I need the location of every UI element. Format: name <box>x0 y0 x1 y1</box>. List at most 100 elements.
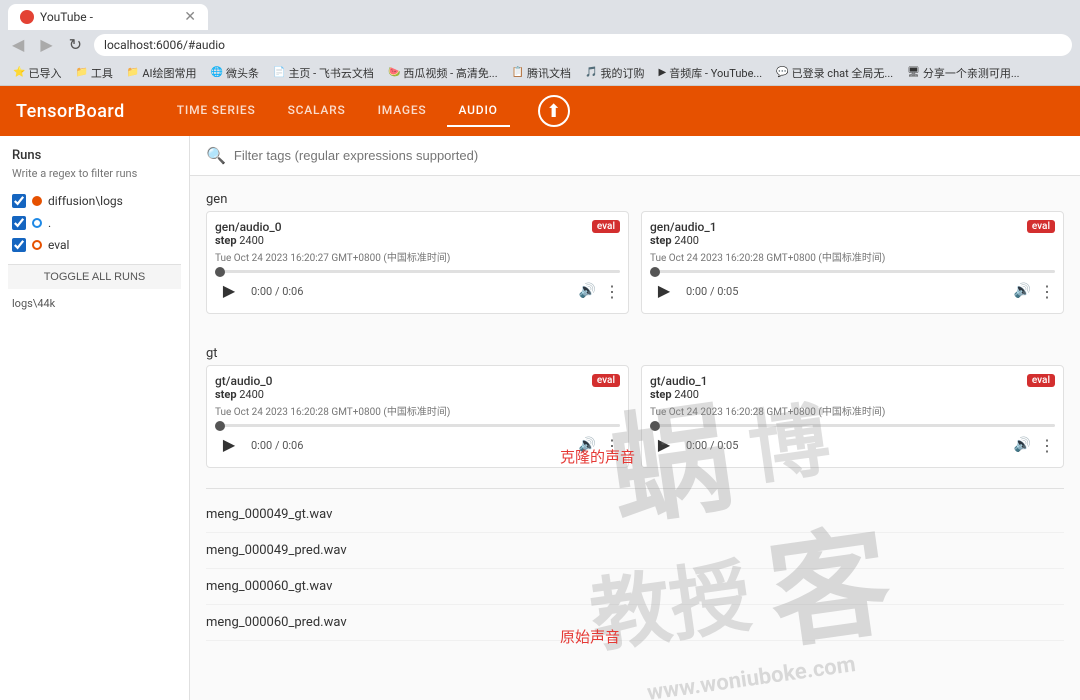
audio-card-title: gen/audio_0 <box>215 220 592 234</box>
volume-icon[interactable]: 🔊 <box>1014 283 1031 299</box>
audio-progress-thumb <box>215 267 225 277</box>
audio-controls: ▶ 0:00 / 0:06 🔊 ⋮ <box>215 277 620 305</box>
audio-card: gt/audio_0 step 2400 Tue Oct 24 2023 16:… <box>206 365 629 468</box>
more-options-icon[interactable]: ⋮ <box>604 436 620 455</box>
more-options-icon[interactable]: ⋮ <box>1039 436 1055 455</box>
search-input[interactable] <box>234 148 1064 163</box>
toggle-all-runs-button[interactable]: TOGGLE ALL RUNS <box>8 264 181 289</box>
bookmark-item[interactable]: 📁AI绘图常用 <box>122 63 202 83</box>
audio-grid: gt/audio_0 step 2400 Tue Oct 24 2023 16:… <box>206 365 1064 468</box>
bookmark-item[interactable]: 🍉西瓜视频 - 高清免... <box>383 63 503 83</box>
run-label: diffusion\logs <box>48 194 123 208</box>
bookmark-item[interactable]: 🖥分享一个亲测可用... <box>902 63 1024 83</box>
file-list-item[interactable]: meng_000049_pred.wav <box>206 533 1064 569</box>
browser-toolbar: ◀ ▶ ↻ localhost:6006/#audio <box>0 30 1080 60</box>
audio-card-title: gen/audio_1 <box>650 220 1027 234</box>
more-options-icon[interactable]: ⋮ <box>1039 282 1055 301</box>
audio-card: gt/audio_1 step 2400 Tue Oct 24 2023 16:… <box>641 365 1064 468</box>
sidebar-runs-title: Runs <box>8 148 181 163</box>
bookmarks-bar: ⭐已导入📁工具📁AI绘图常用🌐微头条📄主页 - 飞书云文档🍉西瓜视频 - 高清免… <box>0 60 1080 86</box>
bookmark-item[interactable]: ⭐已导入 <box>8 63 66 83</box>
audio-time-label: 0:00 / 0:06 <box>251 439 303 452</box>
file-list-item[interactable]: meng_000060_pred.wav <box>206 605 1064 641</box>
nav-tabs: TIME SERIESSCALARSIMAGESAUDIO <box>165 95 510 127</box>
nav-tab-audio[interactable]: AUDIO <box>447 95 510 127</box>
bookmark-icon: 📁 <box>127 67 139 78</box>
audio-progress-bar-container[interactable] <box>215 424 620 427</box>
audio-card-title: gt/audio_1 <box>650 374 1027 388</box>
run-checkbox[interactable] <box>12 216 26 230</box>
active-tab[interactable]: YouTube - ✕ <box>8 4 208 30</box>
section-divider <box>206 488 1064 489</box>
logs-label: logs\44k <box>8 289 181 312</box>
audio-card: gen/audio_1 step 2400 Tue Oct 24 2023 16… <box>641 211 1064 314</box>
back-button[interactable]: ◀ <box>8 33 28 57</box>
play-button[interactable]: ▶ <box>215 277 243 305</box>
audio-time-label: 0:00 / 0:06 <box>251 285 303 298</box>
audio-step: step 2400 <box>650 234 1027 247</box>
audio-progress-bar-container[interactable] <box>650 424 1055 427</box>
tab-close-button[interactable]: ✕ <box>184 9 196 25</box>
play-button[interactable]: ▶ <box>650 277 678 305</box>
tab-favicon <box>20 10 34 24</box>
bookmark-item[interactable]: 📋腾讯文档 <box>507 63 576 83</box>
audio-step: step 2400 <box>650 388 1027 401</box>
audio-time-label: 0:00 / 0:05 <box>686 285 738 298</box>
audio-progress-bar-container[interactable] <box>650 270 1055 273</box>
bookmark-item[interactable]: 🎵我的订购 <box>580 63 649 83</box>
run-checkbox[interactable] <box>12 194 26 208</box>
volume-icon[interactable]: 🔊 <box>1014 437 1031 453</box>
url-bar[interactable]: localhost:6006/#audio <box>94 34 1072 56</box>
bookmark-item[interactable]: 🌐微头条 <box>206 63 264 83</box>
audio-section-gen: gen gen/audio_0 step 2400 Tue Oct 24 202… <box>190 176 1080 330</box>
bookmark-item[interactable]: ▶音频库 - YouTube... <box>654 63 768 83</box>
tensorboard-app: TensorBoard TIME SERIESSCALARSIMAGESAUDI… <box>0 86 1080 700</box>
audio-card-info: gt/audio_1 step 2400 Tue Oct 24 2023 16:… <box>650 374 1027 418</box>
upload-button[interactable]: ⬆ <box>538 95 570 127</box>
bookmark-icon: ▶ <box>659 67 667 78</box>
volume-icon[interactable]: 🔊 <box>579 283 596 299</box>
reload-button[interactable]: ↻ <box>65 33 86 57</box>
play-button[interactable]: ▶ <box>650 431 678 459</box>
run-items-container: diffusion\logs. eval <box>8 190 181 256</box>
bookmark-item[interactable]: 📄主页 - 飞书云文档 <box>268 63 379 83</box>
audio-controls: ▶ 0:00 / 0:05 🔊 ⋮ <box>650 277 1055 305</box>
bookmark-item[interactable]: 📁工具 <box>70 63 117 83</box>
audio-progress-track <box>650 270 1055 273</box>
audio-time: Tue Oct 24 2023 16:20:28 GMT+0800 (中国标准时… <box>650 403 1027 418</box>
nav-tab-scalars[interactable]: SCALARS <box>276 95 358 127</box>
forward-button[interactable]: ▶ <box>36 33 56 57</box>
run-item[interactable]: . <box>8 212 181 234</box>
eval-badge: eval <box>592 374 620 387</box>
run-item[interactable]: eval <box>8 234 181 256</box>
bookmark-icon: 📋 <box>512 67 524 78</box>
audio-progress-bar-container[interactable] <box>215 270 620 273</box>
bookmark-icon: 🌐 <box>211 67 223 78</box>
more-options-icon[interactable]: ⋮ <box>604 282 620 301</box>
audio-card: gen/audio_0 step 2400 Tue Oct 24 2023 16… <box>206 211 629 314</box>
tab-title: YouTube - <box>40 10 178 24</box>
bookmark-icon: 📁 <box>75 67 87 78</box>
run-checkbox[interactable] <box>12 238 26 252</box>
nav-tab-time-series[interactable]: TIME SERIES <box>165 95 268 127</box>
run-item[interactable]: diffusion\logs <box>8 190 181 212</box>
play-button[interactable]: ▶ <box>215 431 243 459</box>
main-content: 🔍 gen gen/audio_0 step 2400 Tue Oct 24 2… <box>190 136 1080 700</box>
search-icon: 🔍 <box>206 146 226 165</box>
run-label: eval <box>48 238 69 252</box>
audio-time: Tue Oct 24 2023 16:20:28 GMT+0800 (中国标准时… <box>650 249 1027 264</box>
bookmark-item[interactable]: 💬已登录 chat 全局无... <box>771 63 898 83</box>
volume-icon[interactable]: 🔊 <box>579 437 596 453</box>
url-text: localhost:6006/#audio <box>104 38 225 52</box>
nav-tab-images[interactable]: IMAGES <box>366 95 439 127</box>
bookmark-icon: ⭐ <box>13 67 25 78</box>
audio-card-title: gt/audio_0 <box>215 374 592 388</box>
file-list-item[interactable]: meng_000049_gt.wav <box>206 497 1064 533</box>
bookmark-icon: 🍉 <box>388 67 400 78</box>
audio-card-info: gt/audio_0 step 2400 Tue Oct 24 2023 16:… <box>215 374 592 418</box>
file-list-item[interactable]: meng_000060_gt.wav <box>206 569 1064 605</box>
eval-badge: eval <box>1027 220 1055 233</box>
audio-time: Tue Oct 24 2023 16:20:27 GMT+0800 (中国标准时… <box>215 249 592 264</box>
eval-badge: eval <box>592 220 620 233</box>
run-label: . <box>48 216 51 230</box>
